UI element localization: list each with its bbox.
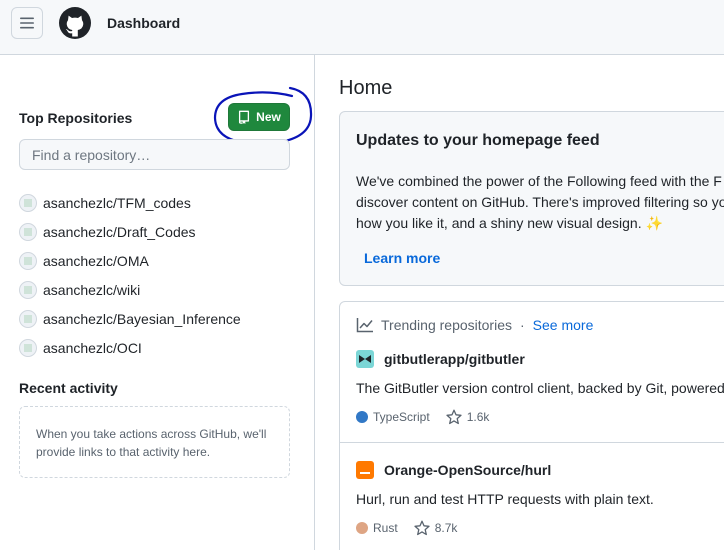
updates-text-line: discover content on GitHub. There's impr… bbox=[356, 194, 724, 210]
orange-avatar-icon bbox=[356, 461, 374, 479]
repository-link[interactable]: asanchezlc/Draft_Codes bbox=[43, 224, 196, 240]
repo-owner-avatar bbox=[19, 338, 37, 357]
language-label: TypeScript bbox=[373, 410, 430, 424]
trending-repo-meta: TypeScript 1.6k bbox=[356, 409, 489, 425]
repository-item[interactable]: asanchezlc/OMA bbox=[19, 246, 299, 275]
gitbutler-avatar-icon bbox=[356, 350, 374, 368]
new-button-label: New bbox=[256, 110, 281, 124]
trending-repo-description: Hurl, run and test HTTP requests with pl… bbox=[356, 491, 654, 507]
repository-item[interactable]: asanchezlc/OCI bbox=[19, 333, 299, 362]
repository-link[interactable]: asanchezlc/Bayesian_Inference bbox=[43, 311, 241, 327]
updates-text-line: We've combined the power of the Followin… bbox=[356, 173, 722, 189]
hamburger-icon bbox=[20, 17, 34, 29]
header-separator: · bbox=[520, 317, 525, 333]
recent-activity-empty-state: When you take actions across GitHub, we'… bbox=[19, 406, 290, 478]
learn-more-link[interactable]: Learn more bbox=[364, 250, 440, 266]
repository-item[interactable]: asanchezlc/wiki bbox=[19, 275, 299, 304]
find-repository-input[interactable] bbox=[19, 139, 290, 170]
repo-owner-avatar bbox=[19, 251, 37, 270]
empty-state-text-line: provide links to that activity here. bbox=[36, 445, 211, 459]
trending-repo-description: The GitButler version control client, ba… bbox=[356, 380, 724, 396]
trending-repo-name[interactable]: Orange-OpenSource/hurl bbox=[384, 462, 551, 478]
repository-item[interactable]: asanchezlc/TFM_codes bbox=[19, 188, 299, 217]
graph-icon bbox=[356, 318, 373, 333]
repository-link[interactable]: asanchezlc/TFM_codes bbox=[43, 195, 191, 211]
repository-link[interactable]: asanchezlc/wiki bbox=[43, 282, 140, 298]
trending-repo-meta: Rust 8.7k bbox=[356, 520, 457, 536]
repo-owner-avatar bbox=[19, 309, 37, 328]
menu-button[interactable] bbox=[11, 7, 43, 39]
recent-activity-heading: Recent activity bbox=[19, 380, 118, 396]
star-count[interactable]: 1.6k bbox=[446, 409, 490, 425]
repository-list: asanchezlc/TFM_codes asanchezlc/Draft_Co… bbox=[19, 188, 299, 362]
language-color-dot bbox=[356, 522, 368, 534]
repository-item[interactable]: asanchezlc/Draft_Codes bbox=[19, 217, 299, 246]
trending-heading: Trending repositories bbox=[381, 317, 512, 333]
top-repositories-heading: Top Repositories bbox=[19, 110, 133, 126]
repository-item[interactable]: asanchezlc/Bayesian_Inference bbox=[19, 304, 299, 333]
trending-repo-name[interactable]: gitbutlerapp/gitbutler bbox=[384, 351, 525, 367]
sparkles-icon: ✨ bbox=[645, 215, 664, 231]
github-mark-icon[interactable] bbox=[59, 7, 91, 39]
see-more-link[interactable]: See more bbox=[533, 317, 594, 333]
new-repository-button[interactable]: New bbox=[228, 103, 290, 131]
repo-owner-avatar bbox=[19, 222, 37, 241]
star-icon bbox=[446, 409, 462, 425]
empty-state-text-line: When you take actions across GitHub, we'… bbox=[36, 427, 267, 441]
trending-repo-item: Orange-OpenSource/hurl Hurl, run and tes… bbox=[340, 442, 724, 550]
star-count[interactable]: 8.7k bbox=[414, 520, 458, 536]
trending-header: Trending repositories · See more bbox=[356, 317, 593, 333]
top-header: Dashboard bbox=[0, 0, 724, 55]
repository-link[interactable]: asanchezlc/OCI bbox=[43, 340, 142, 356]
star-count-value: 8.7k bbox=[434, 521, 458, 535]
repo-owner-avatar bbox=[19, 193, 37, 212]
page-title: Dashboard bbox=[107, 15, 181, 31]
language-label: Rust bbox=[373, 521, 398, 535]
updates-card-body: We've combined the power of the Followin… bbox=[356, 171, 724, 234]
star-count-value: 1.6k bbox=[466, 410, 490, 424]
repo-owner-avatar bbox=[19, 280, 37, 299]
repository-link[interactable]: asanchezlc/OMA bbox=[43, 253, 149, 269]
repo-icon bbox=[239, 110, 250, 124]
star-icon bbox=[414, 520, 430, 536]
updates-card-title: Updates to your homepage feed bbox=[356, 132, 600, 149]
feed-updates-card: Updates to your homepage feed We've comb… bbox=[339, 111, 724, 286]
updates-text-line: how you like it, and a shiny new visual … bbox=[356, 215, 642, 231]
trending-repositories-card: Trending repositories · See more gitbutl… bbox=[339, 301, 724, 550]
language-color-dot bbox=[356, 411, 368, 423]
home-heading: Home bbox=[339, 77, 393, 99]
